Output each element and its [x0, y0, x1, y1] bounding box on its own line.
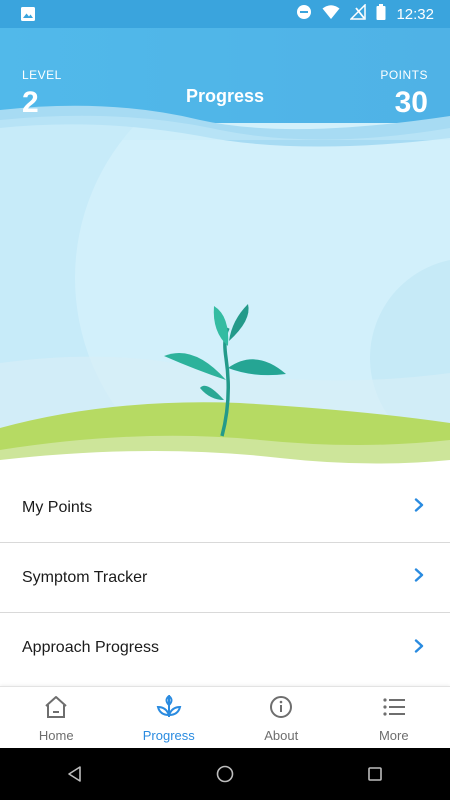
chevron-right-icon: [412, 498, 426, 517]
progress-hero: LEVEL 2 Progress POINTS 30: [0, 28, 450, 473]
recents-square-icon: [368, 767, 382, 781]
nav-about[interactable]: About: [225, 687, 338, 749]
points-value: 30: [394, 86, 428, 119]
recents-button[interactable]: [355, 754, 395, 794]
nav-more-label: More: [378, 728, 409, 743]
list-icon: [381, 695, 407, 724]
progress-menu-list: My Points Symptom Tracker Approach Progr…: [0, 473, 450, 683]
no-signal-icon: [349, 3, 367, 25]
home-circle-icon: [216, 765, 234, 783]
home-icon: [43, 695, 69, 724]
level-label: LEVEL: [22, 68, 62, 82]
bottom-nav: Home Progress About More: [0, 686, 450, 749]
nav-progress-label: Progress: [142, 728, 195, 743]
nav-more[interactable]: More: [338, 687, 450, 749]
status-time: 12:32: [396, 6, 434, 23]
home-system-button[interactable]: [205, 754, 245, 794]
chevron-right-icon: [412, 638, 426, 658]
nav-progress[interactable]: Progress: [113, 687, 226, 749]
back-button[interactable]: [55, 754, 95, 794]
page-title: Progress: [185, 86, 265, 106]
status-bar: 12:32: [0, 0, 450, 28]
battery-icon: [376, 4, 386, 25]
info-icon: [268, 695, 294, 724]
list-item-label: Approach Progress: [22, 639, 159, 656]
wifi-icon: [322, 4, 340, 25]
do-not-disturb-icon: [296, 4, 312, 25]
system-navigation-bar: [0, 748, 450, 800]
list-item-label: My Points: [22, 498, 93, 516]
nav-home-label: Home: [38, 728, 74, 743]
nav-about-label: About: [264, 728, 299, 743]
approach-progress-row[interactable]: Approach Progress: [0, 613, 450, 683]
chevron-right-icon: [412, 568, 426, 587]
list-item-label: Symptom Tracker: [22, 568, 148, 586]
back-triangle-icon: [68, 766, 81, 782]
my-points-row[interactable]: My Points: [0, 473, 450, 543]
image-notification-icon: [20, 6, 36, 27]
sprout-icon: [156, 693, 182, 724]
points-label: POINTS: [380, 68, 428, 82]
nav-home[interactable]: Home: [0, 687, 113, 749]
symptom-tracker-row[interactable]: Symptom Tracker: [0, 543, 450, 613]
